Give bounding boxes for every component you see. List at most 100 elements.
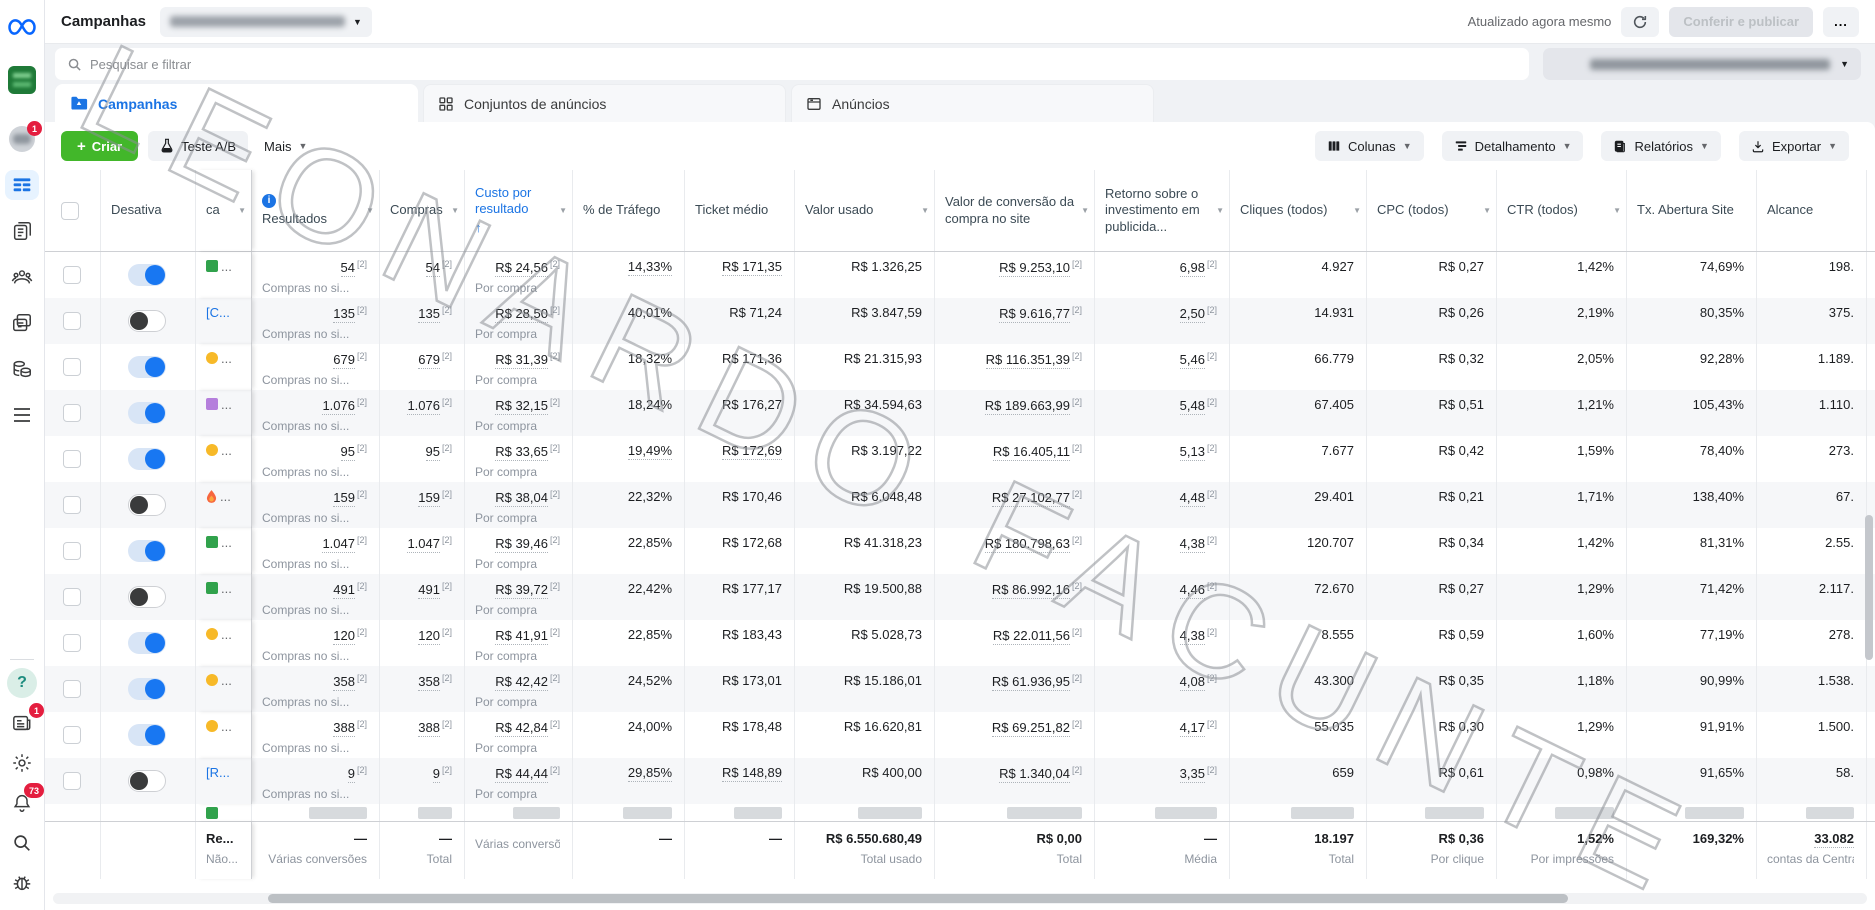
column-header-ticket[interactable]: Ticket médio <box>685 170 795 251</box>
campaign-toggle[interactable] <box>128 632 166 654</box>
review-publish-button[interactable]: Conferir e publicar <box>1669 7 1813 37</box>
campaign-toggle[interactable] <box>128 540 166 562</box>
column-header-name[interactable]: ca▼ <box>196 170 252 251</box>
campaign-name[interactable]: ... <box>221 673 232 688</box>
column-header-cpc[interactable]: CPC (todos)▼ <box>1367 170 1497 251</box>
campaign-toggle[interactable] <box>128 402 166 424</box>
column-header-cliques[interactable]: Cliques (todos)▼ <box>1230 170 1367 251</box>
sort-caret-icon[interactable]: ▼ <box>1081 206 1089 216</box>
ab-test-button[interactable]: Teste A/B <box>148 131 248 161</box>
search-icon[interactable] <box>7 828 37 858</box>
campaign-name[interactable]: ... <box>221 351 232 366</box>
horizontal-scrollbar[interactable] <box>53 893 1867 904</box>
row-checkbox[interactable] <box>63 588 81 606</box>
row-checkbox[interactable] <box>63 404 81 422</box>
column-header-ctr[interactable]: CTR (todos)▼ <box>1497 170 1627 251</box>
column-header-custo[interactable]: Custo por resultado↑▼ <box>465 170 573 251</box>
row-checkbox[interactable] <box>63 634 81 652</box>
menu-icon[interactable] <box>7 400 37 430</box>
campaign-name[interactable]: ... <box>221 581 232 596</box>
tab-anuncios[interactable]: Anúncios <box>791 84 1154 122</box>
more-options-button[interactable]: ... <box>1823 7 1859 37</box>
ad-account-avatar[interactable]: 1 <box>9 126 35 152</box>
row-checkbox[interactable] <box>63 358 81 376</box>
pages-icon[interactable] <box>7 216 37 246</box>
business-avatar[interactable] <box>8 66 36 94</box>
column-header-compras[interactable]: Compras▼ <box>380 170 465 251</box>
tab-campanhas[interactable]: Campanhas <box>55 84 418 122</box>
sort-caret-icon[interactable]: ▼ <box>1216 206 1224 216</box>
sort-caret-icon[interactable]: ▼ <box>366 206 374 216</box>
sort-caret-icon[interactable]: ▼ <box>1613 206 1621 216</box>
sort-caret-icon[interactable]: ▼ <box>1483 206 1491 216</box>
notifications-icon[interactable]: 73 <box>7 788 37 818</box>
refresh-button[interactable] <box>1621 7 1659 37</box>
search-input[interactable] <box>90 57 1517 72</box>
breakdown-button[interactable]: Detalhamento▼ <box>1442 131 1584 161</box>
sort-caret-icon[interactable]: ▼ <box>451 206 459 216</box>
campaign-name[interactable]: ... <box>221 719 232 734</box>
column-header-conv[interactable]: Valor de conversão da compra no site▼ <box>935 170 1095 251</box>
campaigns-table-icon[interactable] <box>5 170 39 200</box>
settings-icon[interactable] <box>7 748 37 778</box>
campaign-name[interactable]: ... <box>221 397 232 412</box>
select-all-checkbox[interactable] <box>61 202 79 220</box>
column-header-retorno[interactable]: Retorno sobre o investimento em publicid… <box>1095 170 1230 251</box>
row-checkbox[interactable] <box>63 450 81 468</box>
audiences-icon[interactable] <box>7 262 37 292</box>
campaign-toggle[interactable] <box>128 310 166 332</box>
help-icon[interactable]: ? <box>7 668 37 698</box>
bug-report-icon[interactable] <box>7 868 37 898</box>
campaign-toggle[interactable] <box>128 770 166 792</box>
campaign-toggle[interactable] <box>128 494 166 516</box>
campaign-toggle[interactable] <box>128 356 166 378</box>
campaign-name[interactable]: ... <box>220 489 231 504</box>
campaign-name[interactable]: ... <box>221 535 232 550</box>
columns-button[interactable]: Colunas▼ <box>1315 131 1424 161</box>
sort-caret-icon[interactable]: ▼ <box>921 206 929 216</box>
media-library-icon[interactable] <box>7 308 37 338</box>
campaign-toggle[interactable] <box>128 448 166 470</box>
column-header-results[interactable]: iResultados▼ <box>252 170 380 251</box>
updates-icon[interactable]: 1 <box>7 708 37 738</box>
metric-value: 375. <box>1829 305 1854 320</box>
column-header-tx[interactable]: Tx. Abertura Site <box>1627 170 1757 251</box>
reports-button[interactable]: Relatórios▼ <box>1601 131 1720 161</box>
row-checkbox[interactable] <box>63 726 81 744</box>
sort-caret-icon[interactable]: ▼ <box>1353 206 1361 216</box>
campaign-toggle[interactable] <box>128 724 166 746</box>
campaign-toggle[interactable] <box>128 586 166 608</box>
account-selector[interactable]: ▼ <box>160 7 372 37</box>
sort-caret-icon[interactable]: ▼ <box>238 206 246 216</box>
meta-logo-icon[interactable] <box>7 12 37 42</box>
row-checkbox[interactable] <box>63 680 81 698</box>
create-button[interactable]: +Criar <box>61 131 138 161</box>
billing-icon[interactable] <box>7 354 37 384</box>
horizontal-scrollbar-thumb[interactable] <box>268 894 1568 903</box>
column-header-usado[interactable]: Valor usado▼ <box>795 170 935 251</box>
column-header-check[interactable] <box>45 170 101 251</box>
column-header-trafego[interactable]: % de Tráfego <box>573 170 685 251</box>
row-checkbox[interactable] <box>63 542 81 560</box>
campaign-name[interactable]: ... <box>221 443 232 458</box>
campaign-toggle[interactable] <box>128 264 166 286</box>
export-button[interactable]: Exportar▼ <box>1739 131 1849 161</box>
campaign-name[interactable]: [C... <box>206 305 230 320</box>
date-range-selector[interactable]: ▼ <box>1543 48 1861 80</box>
vertical-scrollbar-thumb[interactable] <box>1865 515 1873 660</box>
row-checkbox[interactable] <box>63 496 81 514</box>
campaign-toggle[interactable] <box>128 678 166 700</box>
row-checkbox[interactable] <box>63 312 81 330</box>
search-filter-box[interactable] <box>55 48 1529 80</box>
column-header-toggle[interactable]: Desativa <box>101 170 196 251</box>
campaign-name[interactable]: [R... <box>206 765 230 780</box>
tab-conjuntos-de-anuncios[interactable]: Conjuntos de anúncios <box>423 84 786 122</box>
more-button[interactable]: Mais▼ <box>254 131 317 161</box>
alcance-cell: 198. <box>1757 252 1867 298</box>
campaign-name[interactable]: ... <box>221 259 232 274</box>
row-checkbox[interactable] <box>63 266 81 284</box>
row-checkbox[interactable] <box>63 772 81 790</box>
column-header-alcance[interactable]: Alcance <box>1757 170 1867 251</box>
sort-caret-icon[interactable]: ▼ <box>559 206 567 216</box>
campaign-name[interactable]: ... <box>221 627 232 642</box>
